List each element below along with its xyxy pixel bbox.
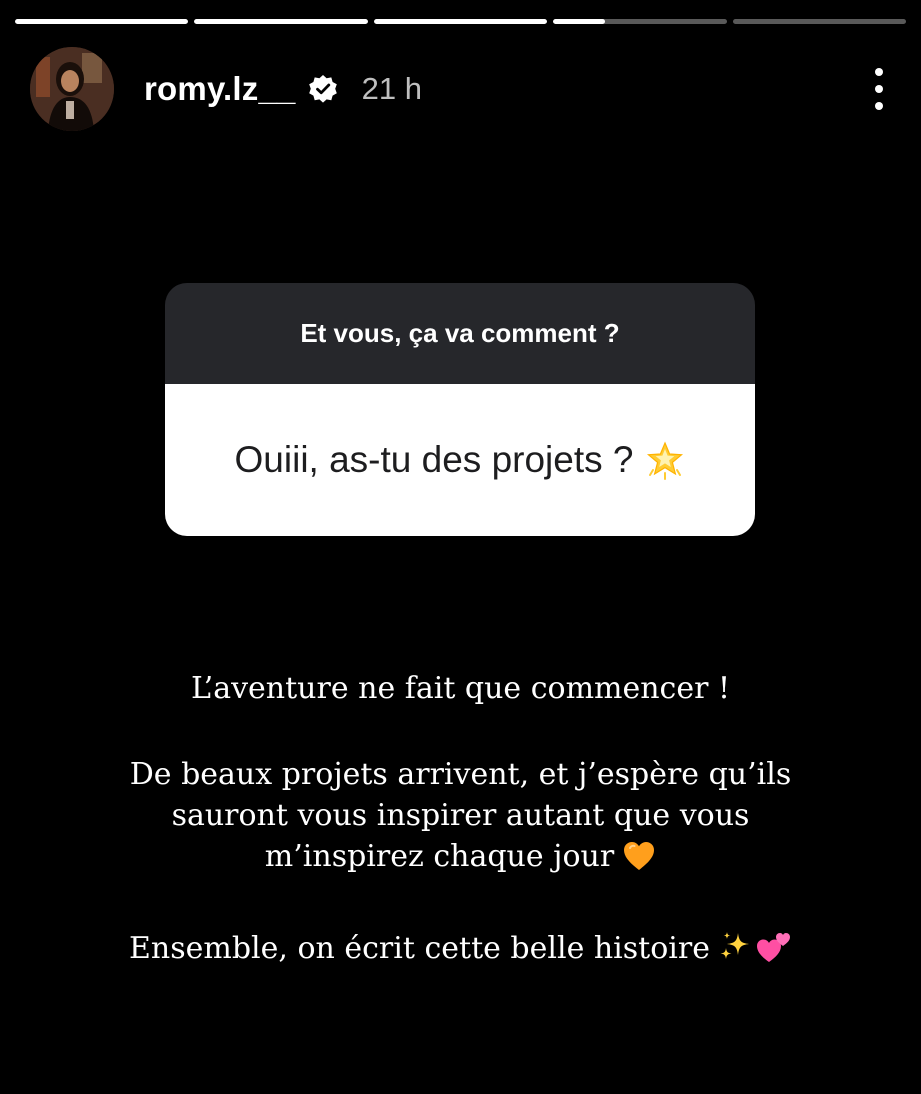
caption-line: L’aventure ne fait que commencer ! xyxy=(190,671,731,706)
answer-text: Ouiii, as-tu des projets ? xyxy=(234,439,634,480)
progress-segment xyxy=(553,19,727,24)
verified-badge-icon xyxy=(308,74,338,104)
avatar[interactable] xyxy=(30,47,114,131)
orange-heart-icon xyxy=(622,840,656,883)
story-progress-bar xyxy=(15,19,907,24)
glowing-star-icon xyxy=(645,440,685,480)
two-hearts-icon xyxy=(754,930,792,975)
caption-line: m’inspirez chaque jour xyxy=(60,836,861,883)
more-options-button[interactable] xyxy=(867,64,891,114)
progress-segment xyxy=(15,19,189,24)
caption-text: Ensemble, on écrit cette belle histoire xyxy=(129,931,710,966)
caption-line: De beaux projets arrivent, et j’espère q… xyxy=(129,757,792,792)
progress-segment xyxy=(732,19,907,24)
more-vertical-icon xyxy=(875,68,883,76)
caption-line: sauront vous inspirer autant que vous xyxy=(171,798,750,833)
progress-segment xyxy=(373,19,548,24)
sparkles-icon xyxy=(718,930,752,975)
question-sticker[interactable]: Et vous, ça va comment ? Ouiii, as-tu de… xyxy=(165,283,755,536)
question-answer: Ouiii, as-tu des projets ? xyxy=(165,384,755,536)
username[interactable]: romy.lz__ xyxy=(144,70,296,108)
story-header: romy.lz__ 21 h xyxy=(30,46,891,132)
post-time: 21 h xyxy=(361,71,422,106)
question-prompt: Et vous, ça va comment ? xyxy=(165,283,755,384)
story-caption: L’aventure ne fait que commencer ! De be… xyxy=(60,668,861,975)
caption-line: Ensemble, on écrit cette belle histoire xyxy=(60,928,861,975)
caption-text: m’inspirez chaque jour xyxy=(264,839,615,874)
progress-segment xyxy=(194,19,368,24)
